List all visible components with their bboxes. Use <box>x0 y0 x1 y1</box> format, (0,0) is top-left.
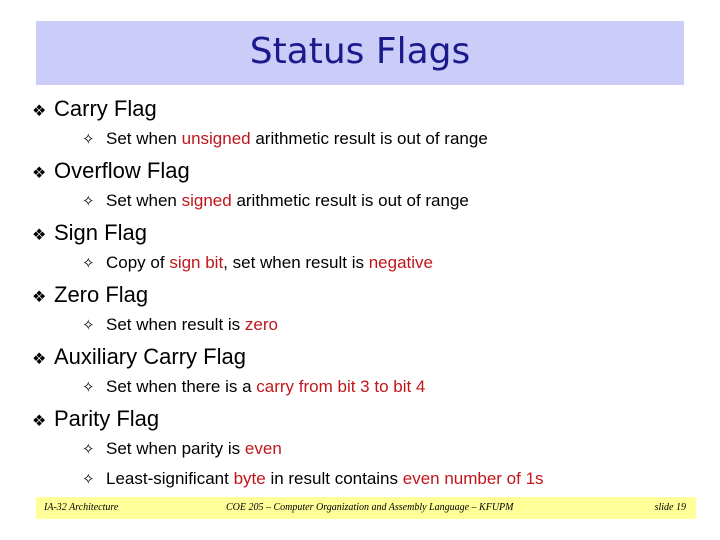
footer: IA-32 Architecture COE 205 – Computer Or… <box>36 497 696 519</box>
diamond-bullet-icon: ❖ <box>32 413 47 430</box>
sub-bullet-text: Set when result is <box>106 315 245 334</box>
sub-bullet-text: Copy of <box>106 253 170 272</box>
footer-left: IA-32 Architecture <box>44 502 119 513</box>
sub-bullet-text: Set when parity is <box>106 439 245 458</box>
bullet-heading-text: Parity Flag <box>54 406 160 431</box>
diamond-bullet-icon: ❖ <box>32 289 47 306</box>
diamond-bullet-icon: ❖ <box>32 227 47 244</box>
bullet-heading-text: Zero Flag <box>54 282 149 307</box>
sub-bullet: ✧ Set when parity is even <box>82 439 282 459</box>
slide-title: Status Flags <box>249 31 471 72</box>
star-bullet-icon: ✧ <box>82 471 95 488</box>
highlighted-text: even number of 1s <box>402 469 544 488</box>
sub-bullet: ✧ Set when result is zero <box>82 315 278 335</box>
star-bullet-icon: ✧ <box>82 193 95 210</box>
sub-bullet: ✧ Set when unsigned arithmetic result is … <box>82 129 488 149</box>
sub-bullet-text: in result contains <box>265 469 403 488</box>
footer-center: COE 205 – Computer Organization and Asse… <box>226 502 514 513</box>
diamond-bullet-icon: ❖ <box>32 351 47 368</box>
title-bar: Status Flags <box>36 21 684 85</box>
bullet-heading: ❖ Sign Flag <box>32 220 147 246</box>
star-bullet-icon: ✧ <box>82 131 95 148</box>
bullet-heading: ❖ Overflow Flag <box>32 158 190 184</box>
bullet-heading-text: Overflow Flag <box>54 158 190 183</box>
sub-bullet: ✧ Copy of sign bit, set when result is ne… <box>82 253 433 273</box>
sub-bullet-text: Set when there is a <box>106 377 257 396</box>
sub-bullet: ✧ Set when signed arithmetic result is ou… <box>82 191 469 211</box>
highlighted-text: byte <box>233 469 266 488</box>
sub-bullet: ✧ Set when there is a carry from bit 3 to… <box>82 377 425 397</box>
bullet-heading: ❖ Parity Flag <box>32 406 159 432</box>
highlighted-text: negative <box>368 253 433 272</box>
star-bullet-icon: ✧ <box>82 379 95 396</box>
bullet-heading: ❖ Carry Flag <box>32 96 157 122</box>
bullet-heading-text: Sign Flag <box>54 220 147 245</box>
highlighted-text: carry from bit 3 to bit 4 <box>256 377 426 396</box>
highlighted-text: sign bit <box>169 253 224 272</box>
diamond-bullet-icon: ❖ <box>32 103 47 120</box>
bullet-heading: ❖ Auxiliary Carry Flag <box>32 344 246 370</box>
bullet-heading-text: Auxiliary Carry Flag <box>54 344 246 369</box>
bullet-heading-text: Carry Flag <box>54 96 157 121</box>
star-bullet-icon: ✧ <box>82 255 95 272</box>
bullet-heading: ❖ Zero Flag <box>32 282 148 308</box>
highlighted-text: even <box>244 439 282 458</box>
sub-bullet-text: Least-significant <box>106 469 234 488</box>
sub-bullet-text: , set when result is <box>223 253 369 272</box>
highlighted-text: unsigned <box>181 129 251 148</box>
star-bullet-icon: ✧ <box>82 317 95 334</box>
sub-bullet: ✧ Least-significant byte in result contai… <box>82 469 544 489</box>
sub-bullet-text: Set when <box>106 129 182 148</box>
diamond-bullet-icon: ❖ <box>32 165 47 182</box>
star-bullet-icon: ✧ <box>82 441 95 458</box>
sub-bullet-text: Set when <box>106 191 182 210</box>
highlighted-text: signed <box>181 191 232 210</box>
highlighted-text: zero <box>244 315 278 334</box>
sub-bullet-text: arithmetic result is out of range <box>250 129 488 148</box>
footer-slide-number: slide 19 <box>654 502 686 513</box>
sub-bullet-text: arithmetic result is out of range <box>231 191 469 210</box>
